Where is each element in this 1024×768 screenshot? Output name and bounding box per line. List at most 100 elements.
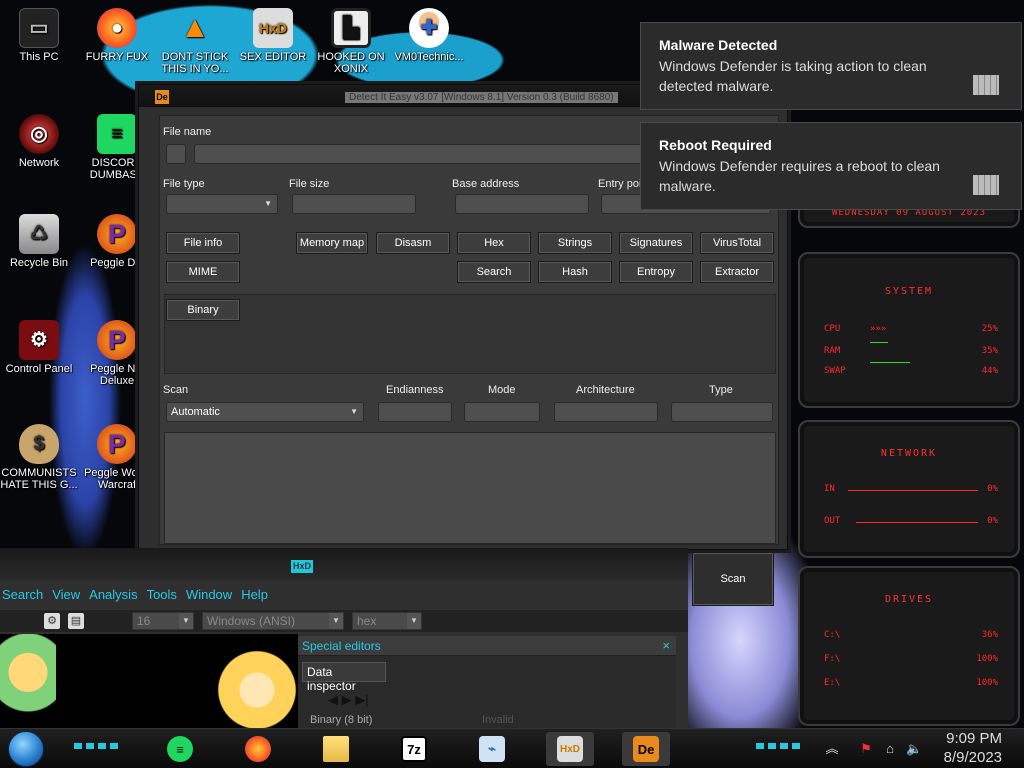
file-size-label: File size [289,178,330,190]
ram-value: 35% [981,346,998,356]
clock-time[interactable]: 9:09 PM [946,730,1002,747]
system-widget: SYSTEM CPU »»» 25% RAM 35% SWAP 44% [798,252,1020,408]
mime-button[interactable]: MIME [166,261,240,283]
file-tools-icon[interactable]: ▤ [68,613,84,629]
toast-malware-detected[interactable]: Malware Detected Windows Defender is tak… [640,22,1022,110]
columns-select[interactable]: 16 ▼ [132,612,194,630]
disasm-button[interactable]: Disasm [376,232,450,254]
drive-f-label: F:\ [824,654,841,664]
network-title: NETWORK [880,448,938,459]
nav-buttons[interactable]: ◀ ▶ ▶| [328,692,369,708]
menu-view[interactable]: View [52,586,80,606]
taskbar-7zip[interactable]: 7z [390,732,438,766]
memory-map-button[interactable]: Memory map [296,232,368,254]
desktop-icon-recycle-bin[interactable]: ♺ Recycle Bin [0,214,78,269]
desktop-icon-vm[interactable]: ✚ VM0Technic... [390,8,468,63]
show-hidden-icons-icon[interactable]: ︽ [824,741,840,757]
binary-8bit-label: Binary (8 bit) [310,714,373,726]
binary-button[interactable]: Binary [166,299,240,321]
taskbar-die[interactable]: De [622,732,670,766]
discord-icon: ≡ [97,114,137,154]
tab-data-inspector[interactable]: Data inspector [302,662,386,693]
scan-mode-value: Automatic [171,406,220,418]
network-icon: ◎ [19,114,59,154]
close-icon[interactable]: × [662,638,670,653]
die-title: Detect It Easy v3.07 [Windows 8.1] Versi… [345,92,618,103]
taskbar-task-manager[interactable]: ⌁ [468,732,516,766]
taskbar-hxd[interactable]: HxD [546,732,594,766]
recycle-bin-icon: ♺ [19,214,59,254]
scan-button[interactable]: Scan [692,552,774,606]
hxd-icon: HxD [557,736,583,762]
hxd-toolbar: ⚙ ▤ 16 ▼ Windows (ANSI) ▼ hex ▼ [0,610,688,632]
search-button[interactable]: Search [457,261,531,283]
drive-f-value: 100% [976,654,998,664]
virustotal-button[interactable]: VirusTotal [700,232,774,254]
cpu-label: CPU [824,324,841,334]
desktop-icon-vlc[interactable]: ▲ DONT STICK THIS IN YO... [156,8,234,76]
net-out-graph [856,522,978,523]
file-browse-button[interactable] [166,144,186,164]
scan-results-panel [164,432,776,544]
taskbar-file-explorer[interactable] [312,732,360,766]
file-type-select[interactable]: ▼ [166,194,278,214]
cpu-value: 25% [981,324,998,334]
scan-mode-select[interactable]: Automatic ▼ [166,402,364,422]
type-label: Type [709,384,733,396]
menu-help[interactable]: Help [241,586,268,606]
hex-editor-area[interactable] [0,634,302,732]
file-size-field [292,194,416,214]
special-editors-panel: Special editors × Data inspector ◀ ▶ ▶| … [298,636,676,732]
net-in-graph [848,490,978,491]
file-type-panel [164,294,776,374]
hxd-titlebar[interactable]: HxD [0,550,688,580]
charset-select[interactable]: Windows (ANSI) ▼ [202,612,344,630]
toast-reboot-required[interactable]: Reboot Required Windows Defender require… [640,122,1022,210]
7zip-icon: 7z [401,736,427,762]
strings-button[interactable]: Strings [538,232,612,254]
swap-graph [870,362,910,363]
desktop-icon-network[interactable]: ◎ Network [0,114,78,169]
die-icon: De [633,736,659,762]
desktop-icon-money[interactable]: $ COMMUNISTS HATE THIS G... [0,424,78,491]
scan-label: Scan [163,384,189,396]
type-field [671,402,773,422]
file-explorer-icon [323,736,349,762]
money-bag-icon: $ [19,424,59,464]
signatures-button[interactable]: Signatures [619,232,693,254]
system-title: SYSTEM [884,286,934,297]
hxd-app-icon: HxD [291,560,314,573]
taskbar-firefox[interactable] [234,732,282,766]
taskbar-spotify[interactable]: ≡ [156,732,204,766]
toast-message: Windows Defender requires a reboot to cl… [659,158,940,194]
desktop-icon-firefox[interactable]: ● FURRY FUX [78,8,156,63]
tools-icon[interactable]: ⚙ [44,613,60,629]
die-app-icon: De [155,90,169,104]
defender-icon [973,75,999,95]
menu-search[interactable]: Search [2,586,43,606]
hex-button[interactable]: Hex [457,232,531,254]
desktop-icon-xonix[interactable]: ▙ HOOKED ON XONIX [312,8,390,75]
extractor-button[interactable]: Extractor [700,261,774,283]
menu-tools[interactable]: Tools [147,586,177,606]
task-manager-icon: ⌁ [479,736,505,762]
net-in-label: IN [824,484,835,494]
desktop-icon-hxd[interactable]: HxD SEX EDITOR [234,8,312,63]
desktop-icon-this-pc[interactable]: ▭ This PC [0,8,78,63]
clock-date[interactable]: 8/9/2023 [944,749,1002,766]
network-tray-icon[interactable]: ⌂ [882,741,898,757]
hash-button[interactable]: Hash [538,261,612,283]
this-pc-icon: ▭ [19,8,59,48]
action-center-alert-icon[interactable]: ⚑ [858,741,874,757]
volume-icon[interactable]: 🔈 [906,741,922,757]
swap-value: 44% [981,366,998,376]
start-button[interactable] [8,731,44,767]
entropy-button[interactable]: Entropy [619,261,693,283]
endianness-label: Endianness [386,384,444,396]
menu-analysis[interactable]: Analysis [89,586,137,606]
desktop-icon-control-panel[interactable]: ⚙ Control Panel [0,320,78,375]
offset-base-select[interactable]: hex ▼ [352,612,422,630]
file-info-button[interactable]: File info [166,232,240,254]
menu-window[interactable]: Window [186,586,232,606]
net-in-value: 0% [987,484,998,494]
